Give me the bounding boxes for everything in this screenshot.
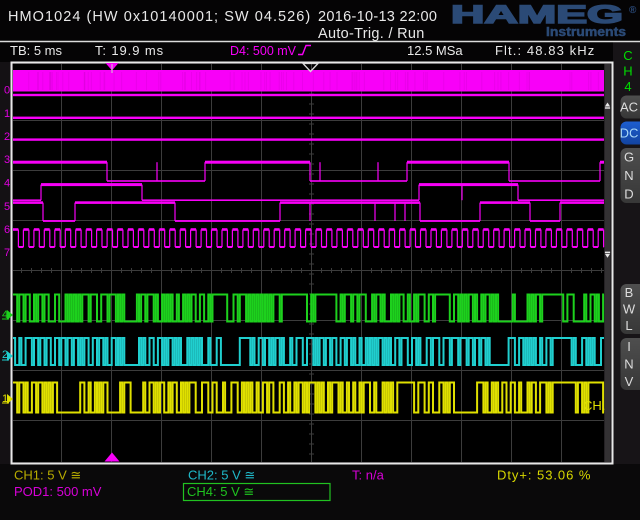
- svg-text:CH4: 5 V ≅: CH4: 5 V ≅: [187, 484, 254, 499]
- svg-text:I: I: [627, 339, 631, 354]
- svg-text:3: 3: [4, 154, 10, 166]
- svg-text:D4: 500 mV: D4: 500 mV: [230, 44, 297, 58]
- svg-text:CH.: CH.: [583, 398, 605, 413]
- svg-text:T: n/a: T: n/a: [352, 468, 385, 483]
- svg-text:L: L: [625, 318, 632, 333]
- svg-text:B: B: [625, 285, 634, 300]
- svg-text:N: N: [624, 168, 633, 183]
- svg-text:G: G: [624, 150, 634, 165]
- svg-text:2: 2: [4, 131, 10, 143]
- svg-text:DC: DC: [620, 126, 639, 141]
- svg-text:N: N: [624, 357, 633, 372]
- svg-text:CH1: 5 V ≅: CH1: 5 V ≅: [14, 468, 81, 483]
- svg-text:2016-10-13 22:00: 2016-10-13 22:00: [318, 9, 437, 25]
- svg-text:POD1: 500 mV: POD1: 500 mV: [14, 484, 102, 499]
- svg-text:T: 19.9 ms: T: 19.9 ms: [95, 43, 164, 58]
- svg-text:4: 4: [4, 178, 10, 190]
- svg-text:Instruments: Instruments: [546, 24, 626, 39]
- svg-text:Auto-Trig. / Run: Auto-Trig. / Run: [318, 26, 425, 42]
- svg-text:AC: AC: [620, 100, 638, 115]
- svg-text:C: C: [623, 48, 632, 63]
- svg-text:D: D: [624, 186, 633, 201]
- svg-text:7: 7: [4, 247, 10, 259]
- svg-text:V: V: [625, 374, 634, 389]
- svg-text:®: ®: [629, 5, 637, 16]
- svg-text:H: H: [623, 64, 632, 79]
- svg-text:CH2: 5 V ≅: CH2: 5 V ≅: [188, 468, 255, 483]
- svg-text:4: 4: [624, 79, 631, 94]
- svg-text:6: 6: [4, 224, 10, 236]
- svg-text:0: 0: [4, 85, 10, 97]
- svg-text:W: W: [623, 302, 636, 317]
- svg-text:12.5 MSa: 12.5 MSa: [407, 43, 463, 58]
- svg-text:HMO1024 (HW 0x10140001; SW 04.: HMO1024 (HW 0x10140001; SW 04.526): [8, 9, 311, 25]
- svg-text:5: 5: [4, 201, 10, 213]
- svg-text:Dty+: 53.06 %: Dty+: 53.06 %: [497, 468, 591, 483]
- svg-text:Flt.: 48.83 kHz: Flt.: 48.83 kHz: [495, 43, 595, 58]
- svg-text:1: 1: [4, 108, 10, 120]
- svg-text:TB: 5 ms: TB: 5 ms: [10, 43, 63, 58]
